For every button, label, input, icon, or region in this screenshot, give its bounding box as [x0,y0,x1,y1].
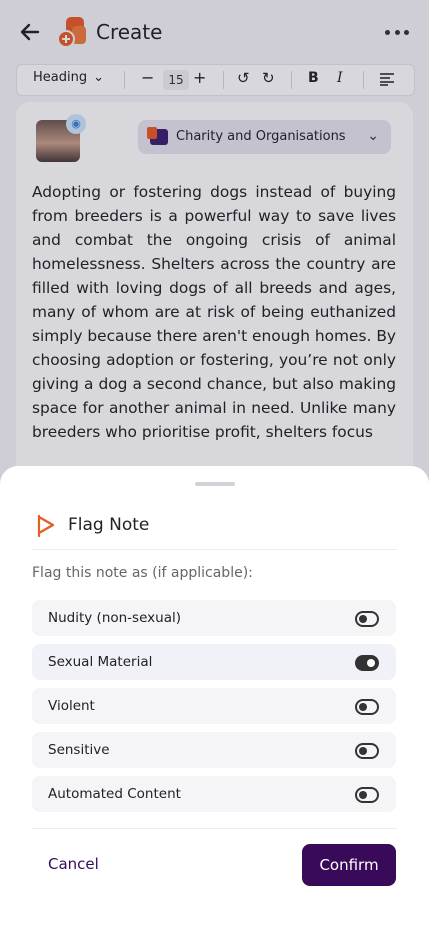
option-label: Sensitive [48,742,110,758]
toggle-switch[interactable] [355,787,379,803]
flag-option-sensitive[interactable]: Sensitive [32,732,396,768]
option-label: Violent [48,698,95,714]
sheet-grabber[interactable] [195,482,235,486]
flag-icon [37,514,55,538]
toggle-switch[interactable] [355,655,379,671]
option-label: Automated Content [48,786,181,802]
flag-note-sheet: Flag Note Flag this note as (if applicab… [0,466,429,926]
sheet-title: Flag Note [68,515,150,535]
toggle-switch[interactable] [355,743,379,759]
app: Create Heading ⌄ − 15 + ↺ ↻ B I ◉ Charity… [0,0,429,926]
flag-option-nudity[interactable]: Nudity (non-sexual) [32,600,396,636]
option-label: Nudity (non-sexual) [48,610,181,626]
option-label: Sexual Material [48,654,153,670]
cancel-button[interactable]: Cancel [48,855,99,873]
toggle-switch[interactable] [355,699,379,715]
flag-prompt: Flag this note as (if applicable): [32,565,253,581]
flag-option-violent[interactable]: Violent [32,688,396,724]
flag-option-sexual-material[interactable]: Sexual Material [32,644,396,680]
divider [32,549,397,550]
confirm-button[interactable]: Confirm [302,844,396,886]
toggle-switch[interactable] [355,611,379,627]
flag-option-automated-content[interactable]: Automated Content [32,776,396,812]
divider [32,828,397,829]
